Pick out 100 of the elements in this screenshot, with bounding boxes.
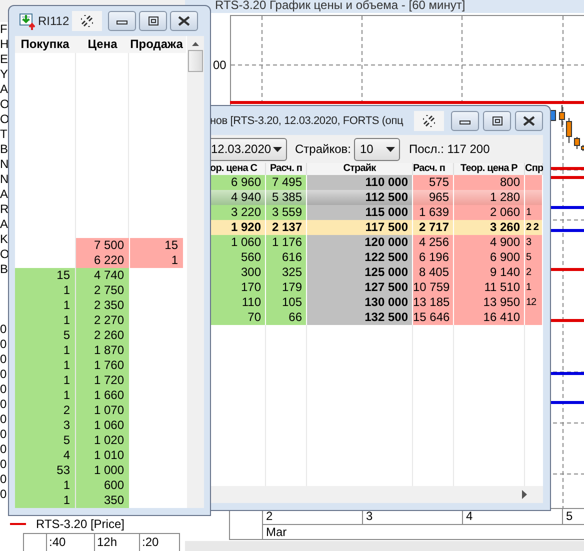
table-cell: 325 [266,265,307,280]
table-row[interactable]: 170 179 127 500 10 759 11 510 1 [210,280,543,295]
list-text: K [0,232,10,247]
table-cell: 1 639 [413,205,454,220]
table-cell: 965 [413,190,454,205]
column-header[interactable]: Покупка [15,36,75,53]
table-row[interactable]: 1 060 1 176 120 000 4 256 4 900 3 [210,235,543,250]
table-cell: 1 [525,205,543,220]
list-text: B [0,262,10,277]
table-cell: 53 [15,463,75,478]
candlestick-drawing [550,104,584,152]
axis-label: 0 [0,337,8,352]
scroll-thumb[interactable] [188,50,203,72]
table-cell: 1 176 [266,235,307,250]
caret-icon [386,146,395,152]
table-cell: 122 500 [307,250,413,265]
column-header[interactable]: ор. цена C [210,163,266,175]
column-header[interactable]: Цена [76,36,129,53]
column-header[interactable]: Страйк [307,163,413,175]
axis-label: 0 [0,412,8,427]
table-row[interactable]: 70 66 132 500 15 646 16 410 [210,310,543,325]
window-title: нов [RTS-3.20, 12.03.2020, FORTS (опц [210,114,404,126]
table-cell: 800 [454,175,525,190]
table-cell: 2 717 [413,220,454,235]
table-row[interactable]: 300 325 125 000 8 405 9 140 2 [210,265,543,280]
list-text: N [0,157,10,172]
list-text: A [0,217,10,232]
list-text: H [0,37,10,52]
table-cell: 112 500 [307,190,413,205]
table-cell: 560 [210,250,266,265]
maximize-button[interactable] [483,110,511,130]
table-cell: 1 [15,313,75,328]
table-cell: 1 660 [76,388,129,403]
table-cell: 1 760 [76,358,129,373]
table-cell: 3 220 [210,205,266,220]
table-cell: 350 [76,493,129,508]
table-cell: 1 010 [76,448,129,463]
list-text: R [0,202,10,217]
scroll-right-icon [522,490,527,499]
close-button[interactable] [515,110,543,130]
table-cell: 5 [525,250,543,265]
table-cell: 127 500 [307,280,413,295]
close-icon [523,116,535,126]
table-row[interactable]: 110 105 130 000 13 185 13 950 12 [210,295,543,310]
axis-label: 5 [562,509,584,524]
column-header[interactable]: Теор. цена P [454,163,525,175]
minimize-button[interactable] [108,11,136,31]
scroll-up-icon [191,41,200,47]
axis-label: 0 [0,352,8,367]
column-header[interactable]: Продажа [130,36,183,53]
table-cell: 1 000 [76,463,129,478]
table-cell: 7 495 [266,175,307,190]
unlink-button[interactable] [72,11,102,31]
column-header[interactable]: Спр [525,163,543,175]
order-book-icon [19,12,35,30]
table-cell: 1 020 [76,433,129,448]
maximize-button[interactable] [139,11,168,31]
close-button[interactable] [170,11,198,31]
table-cell: 1 [15,283,75,298]
close-icon [178,16,190,26]
unlink-button[interactable] [414,110,444,130]
list-text: Y [0,67,10,82]
table-cell: 575 [413,175,454,190]
list-text: A [0,187,10,202]
table-cell: 1 [15,493,75,508]
column-header[interactable]: Расч. п [266,163,307,175]
table-cell: 130 000 [307,295,413,310]
date-dropdown[interactable]: 12.03.2020 [210,138,287,160]
strikes-dropdown[interactable]: 10 [354,138,400,160]
table-cell: 6 960 [210,175,266,190]
table-cell: 2 350 [76,298,129,313]
list-text: N [0,172,10,187]
restore-icon [148,16,159,26]
table-cell: 2 260 [76,328,129,343]
legend-label: RTS-3.20 [Price] [36,517,124,531]
table-row[interactable]: 6 960 7 495 110 000 575 800 [210,175,543,190]
axis-label: 0 [0,457,8,472]
table-cell: 13 185 [413,295,454,310]
axis-label: 0 [0,472,8,487]
table-cell: 132 500 [307,310,413,325]
table-cell: 70 [210,310,266,325]
table-cell: 16 410 [454,310,525,325]
table-cell: 1 060 [76,418,129,433]
table-row[interactable]: 1 920 2 137 117 500 2 717 3 260 2 2 [210,220,543,235]
table-cell: 1 [15,388,75,403]
column-header[interactable]: Расч. п [413,163,454,175]
table-cell: 179 [266,280,307,295]
caret-icon [273,146,282,152]
table-cell: 8 405 [413,265,454,280]
minimize-button[interactable] [451,110,479,130]
table-cell: 1 [15,373,75,388]
axis-label: 0 [0,367,8,382]
table-cell: 1 720 [76,373,129,388]
table-cell: 1 [15,358,75,373]
table-row[interactable]: 560 616 122 500 6 196 6 900 5 [210,250,543,265]
axis-label: 12h [94,534,139,551]
table-row[interactable]: 4 940 5 385 112 500 965 1 280 [210,190,543,205]
table-row[interactable]: 3 220 3 559 115 000 1 639 2 060 1 [210,205,543,220]
table-cell: 2 [525,265,543,280]
table-cell: 1 [525,280,543,295]
